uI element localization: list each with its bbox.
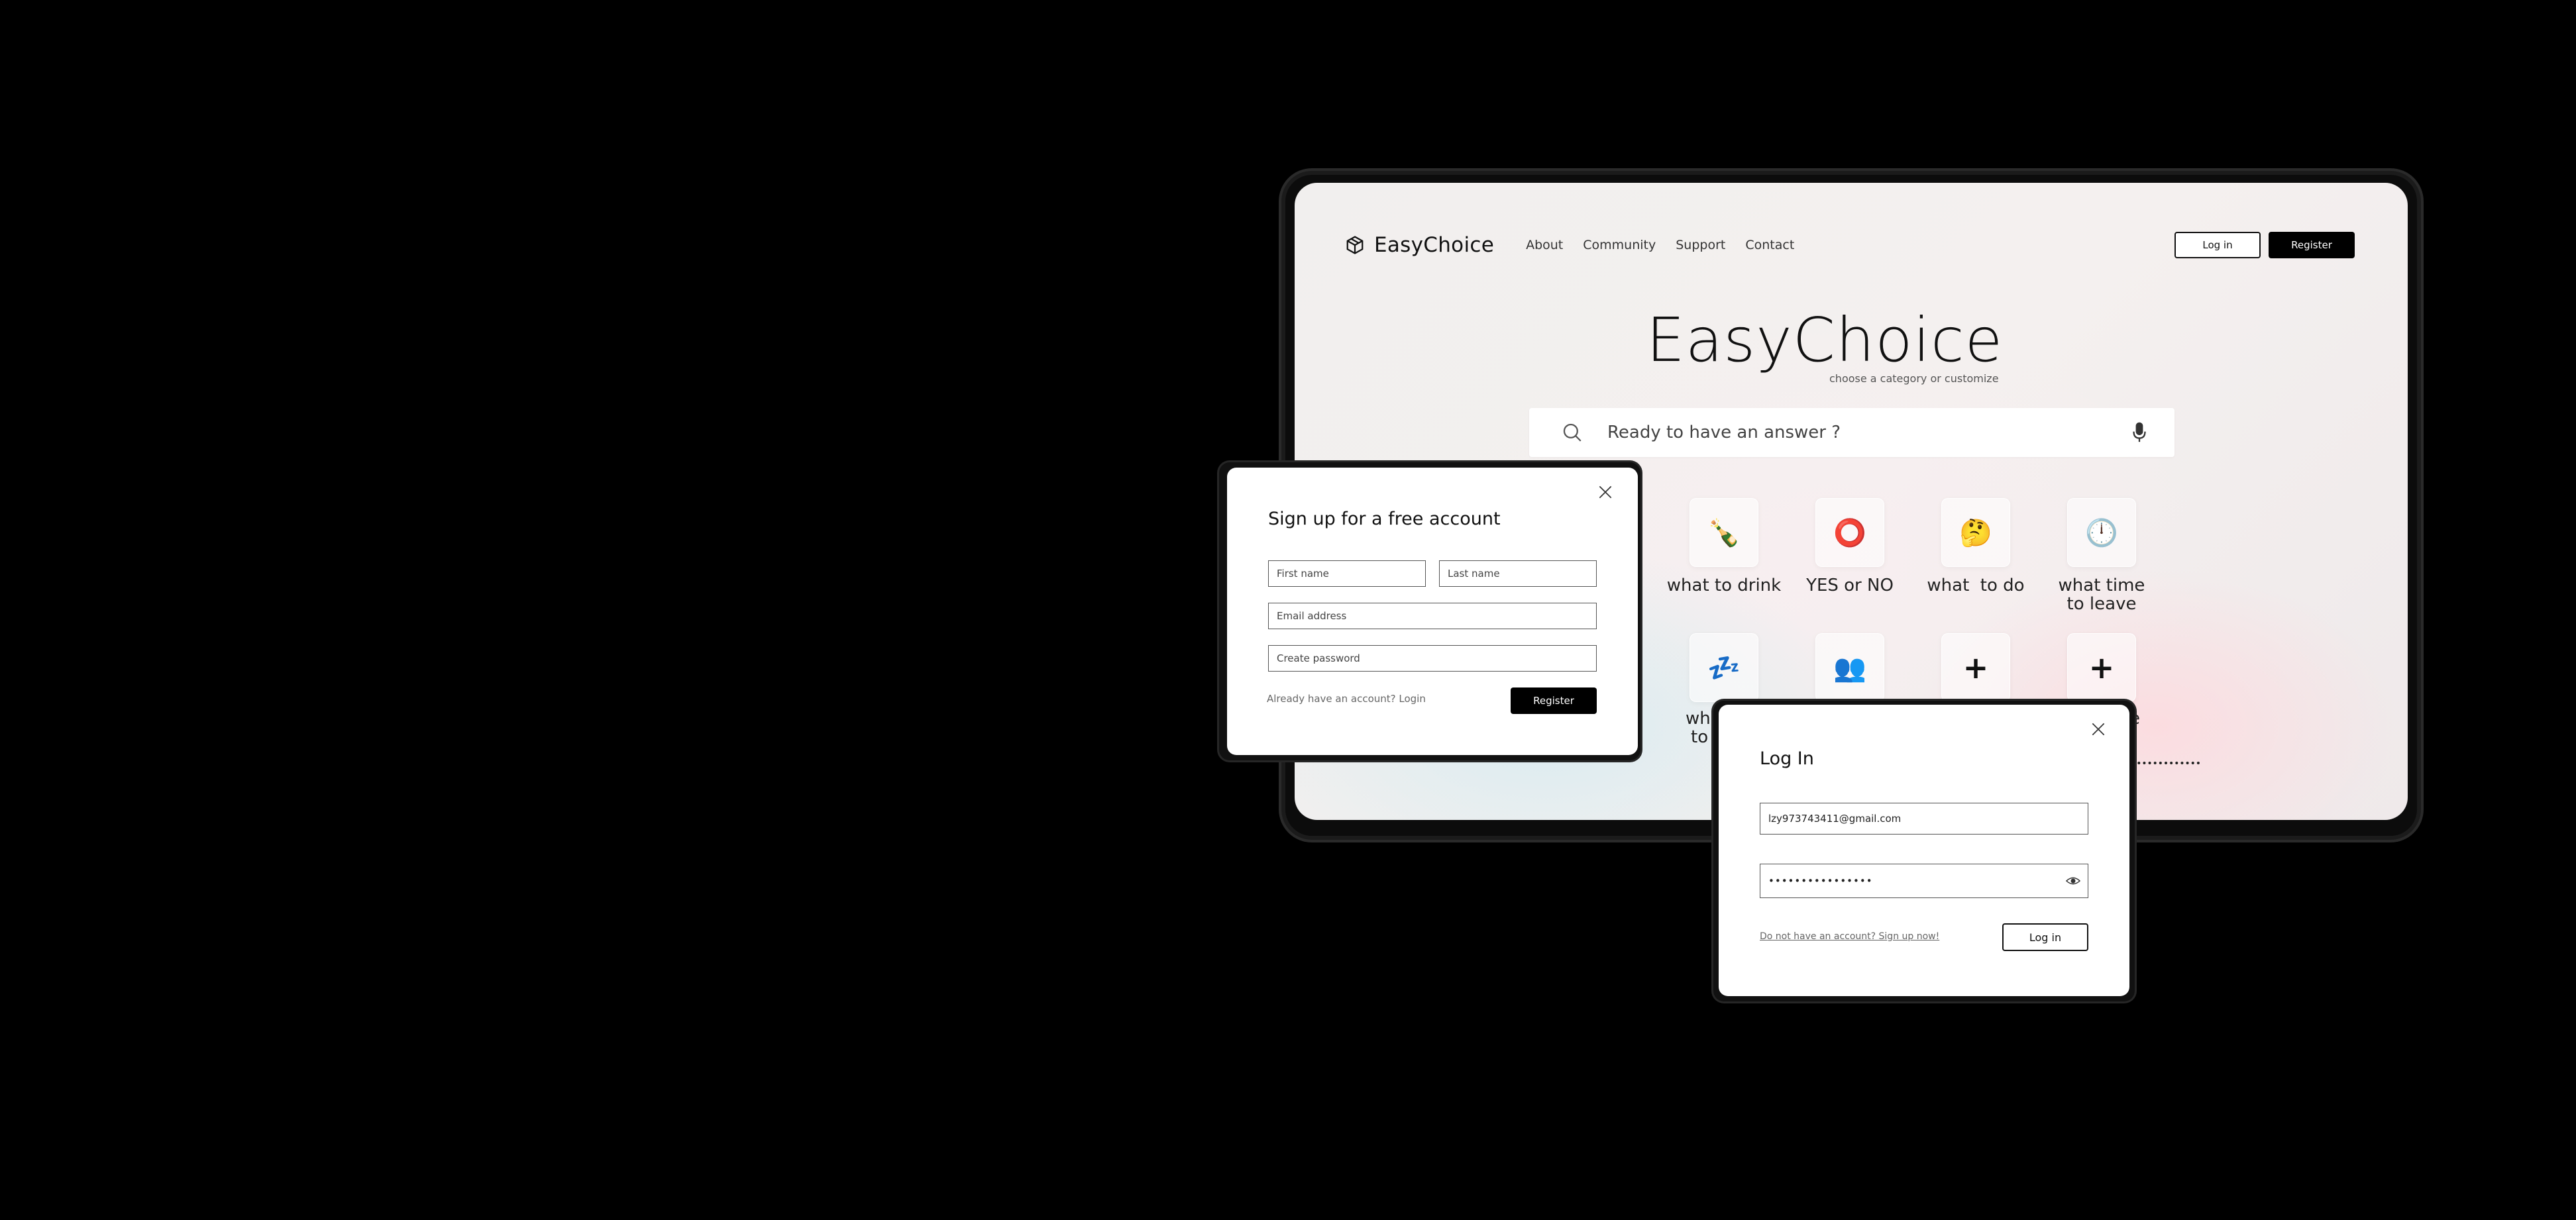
category-what-to-drink[interactable]: 🍾 what to drink (1658, 498, 1790, 595)
nav-login-button[interactable]: Log in (2174, 232, 2261, 258)
first-name-field[interactable] (1268, 560, 1426, 587)
signup-title: Sign up for a free account (1268, 509, 1501, 529)
category-label: YES or NO (1806, 576, 1894, 595)
plus-icon: + (2067, 633, 2136, 702)
thinking-face-icon: 🤔 (1941, 498, 2010, 567)
login-button[interactable]: Log in (2002, 923, 2088, 951)
plus-icon: + (1941, 633, 2010, 702)
nav-link-about[interactable]: About (1526, 238, 1563, 252)
last-name-field[interactable] (1439, 560, 1597, 587)
top-nav: EasyChoice About Community Support Conta… (1345, 230, 2355, 260)
search-bar[interactable] (1529, 408, 2174, 457)
logo[interactable]: EasyChoice (1345, 233, 1494, 257)
category-what-to-do[interactable]: 🤔 what to do (1909, 498, 2042, 595)
sleep-icon: 💤 (1690, 633, 1758, 702)
hero-title: EasyChoice (1646, 305, 2004, 376)
login-link[interactable]: Already have an account? Login (1267, 693, 1426, 705)
signup-card: Sign up for a free account Already have … (1227, 468, 1638, 755)
close-icon[interactable] (1597, 483, 1614, 501)
category-yes-or-no[interactable]: ⭕ YES or NO (1784, 498, 1916, 595)
hero-subtitle: choose a category or customize (1829, 372, 1999, 385)
search-input[interactable] (1607, 423, 2131, 442)
login-title: Log In (1760, 748, 1814, 769)
close-icon[interactable] (2090, 721, 2107, 738)
canvas: EasyChoice About Community Support Conta… (0, 0, 2576, 1220)
login-card: Log In Do not have an account? Sign up n… (1719, 705, 2129, 996)
eye-icon[interactable] (2066, 876, 2080, 886)
bottle-icon: 🍾 (1690, 498, 1758, 567)
microphone-icon[interactable] (2131, 421, 2148, 444)
nav-link-support[interactable]: Support (1676, 238, 1725, 252)
category-label: what to do (1927, 576, 2025, 595)
circle-icon: ⭕ (1815, 498, 1884, 567)
category-label: what to drink (1666, 576, 1782, 595)
logo-text: EasyChoice (1374, 233, 1495, 257)
category-people[interactable]: 👥 (1784, 633, 1916, 702)
category-what-time-to-leave[interactable]: 🕛 what time to leave (2035, 498, 2168, 613)
people-icon: 👥 (1815, 633, 1884, 702)
nav-link-contact[interactable]: Contact (1745, 238, 1794, 252)
login-email-field[interactable] (1760, 803, 2088, 835)
category-add-custom[interactable]: + (1909, 633, 2042, 702)
clock-icon: 🕛 (2067, 498, 2136, 567)
category-add-custom-2[interactable]: + (2035, 633, 2168, 702)
nav-register-button[interactable]: Register (2269, 232, 2355, 258)
create-password-field[interactable] (1268, 645, 1597, 672)
signup-link[interactable]: Do not have an account? Sign up now! (1760, 931, 1939, 942)
nav-actions: Log in Register (2174, 232, 2355, 258)
search-icon (1563, 423, 1582, 442)
category-sleep[interactable]: 💤 (1658, 633, 1790, 702)
email-field[interactable] (1268, 603, 1597, 629)
cube-icon (1346, 236, 1364, 254)
nav-link-community[interactable]: Community (1583, 238, 1656, 252)
divider-dotted (2127, 762, 2200, 764)
category-label: what time to leave (2058, 576, 2145, 614)
nav-links: About Community Support Contact (1526, 238, 1794, 252)
register-button[interactable]: Register (1511, 687, 1597, 714)
login-password-field[interactable] (1760, 864, 2088, 898)
